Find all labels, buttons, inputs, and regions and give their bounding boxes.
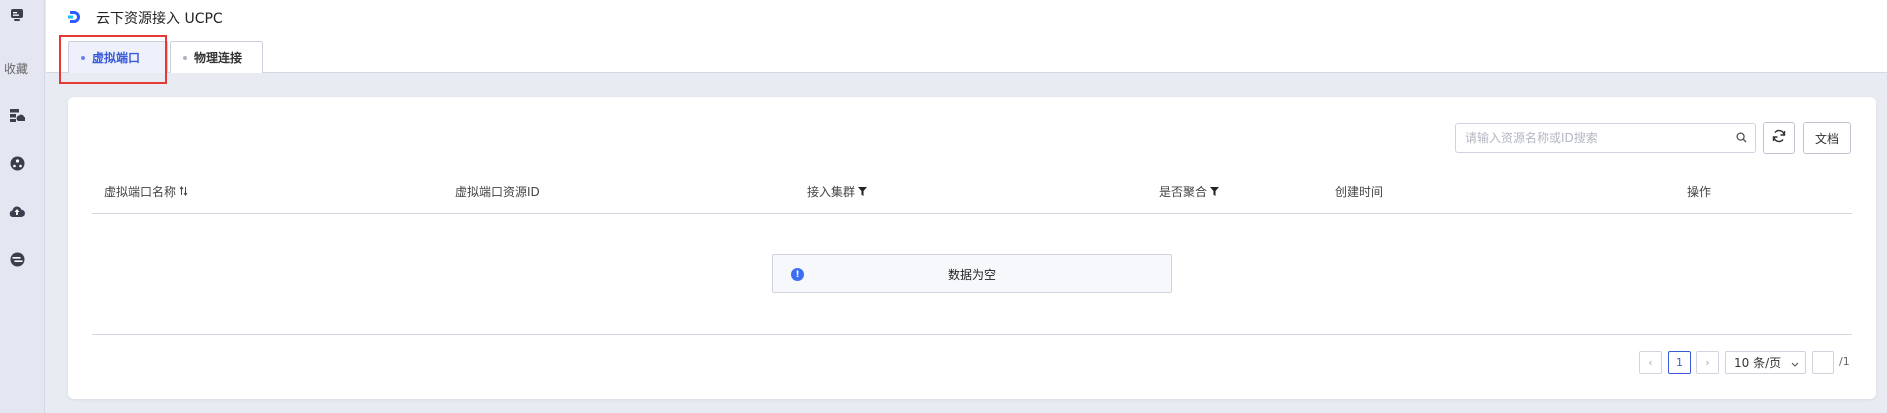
prev-page-button[interactable]: ‹ (1639, 351, 1662, 374)
column-label: 虚拟端口名称 (104, 185, 177, 199)
doc-button[interactable]: 文档 (1803, 122, 1851, 154)
cloud-upload-icon[interactable] (9, 203, 25, 219)
main-card: 文档 虚拟端口名称 虚拟端口资源ID 接入集群 是否聚合 创建时间 操作 ! 数… (68, 97, 1876, 399)
column-header-aggregated[interactable]: 是否聚合 (1159, 183, 1220, 200)
page-size-select[interactable]: 10 条/页 (1725, 351, 1806, 374)
page-size-label: 10 条/页 (1734, 356, 1782, 370)
page-header: 云下资源接入 UCPC 虚拟端口 物理连接 (46, 0, 1887, 73)
connection-icon[interactable] (9, 251, 25, 267)
server-cloud-icon[interactable] (9, 107, 25, 123)
empty-state: ! 数据为空 (772, 254, 1172, 293)
total-pages: /1 (1839, 355, 1850, 368)
refresh-button[interactable] (1763, 122, 1795, 154)
table-footer-divider (92, 334, 1852, 335)
column-header-cluster[interactable]: 接入集群 (807, 183, 868, 200)
column-label: 接入集群 (807, 185, 856, 199)
sidebar-favorites-label[interactable]: 收藏 (4, 60, 28, 77)
chevron-down-icon (1791, 356, 1799, 370)
ucpc-logo-icon (68, 9, 84, 25)
filter-icon[interactable] (858, 185, 868, 199)
column-label: 创建时间 (1335, 185, 1384, 199)
page-title: 云下资源接入 UCPC (96, 11, 223, 27)
column-header-resource-id: 虚拟端口资源ID (455, 183, 540, 200)
network-globe-icon[interactable] (9, 155, 25, 171)
empty-text: 数据为空 (947, 268, 996, 282)
tab-physical-connection[interactable]: 物理连接 (170, 41, 263, 73)
column-header-actions: 操作 (1687, 183, 1711, 200)
sort-icon[interactable] (179, 185, 188, 199)
table-header-divider (92, 213, 1852, 214)
search-icon[interactable] (1736, 132, 1747, 147)
next-page-button[interactable]: › (1696, 351, 1719, 374)
sidebar: 收藏 (0, 0, 45, 413)
refresh-icon (1772, 129, 1786, 147)
chevron-right-icon: › (1705, 356, 1710, 369)
tab-label: 物理连接 (194, 51, 243, 65)
column-label: 操作 (1687, 185, 1712, 199)
page-jump-input[interactable] (1812, 351, 1834, 374)
tab-dot-icon (183, 55, 187, 60)
page-number-button[interactable]: 1 (1668, 351, 1691, 374)
monitor-icon[interactable] (9, 7, 25, 23)
chevron-left-icon: ‹ (1648, 356, 1653, 369)
search-box (1455, 123, 1756, 153)
column-header-port-name[interactable]: 虚拟端口名称 (104, 183, 188, 200)
filter-icon[interactable] (1210, 185, 1220, 199)
column-label: 虚拟端口资源ID (455, 185, 540, 199)
column-header-created-time: 创建时间 (1335, 183, 1383, 200)
highlight-box (59, 35, 167, 84)
search-input[interactable] (1465, 124, 1725, 152)
column-label: 是否聚合 (1159, 185, 1208, 199)
